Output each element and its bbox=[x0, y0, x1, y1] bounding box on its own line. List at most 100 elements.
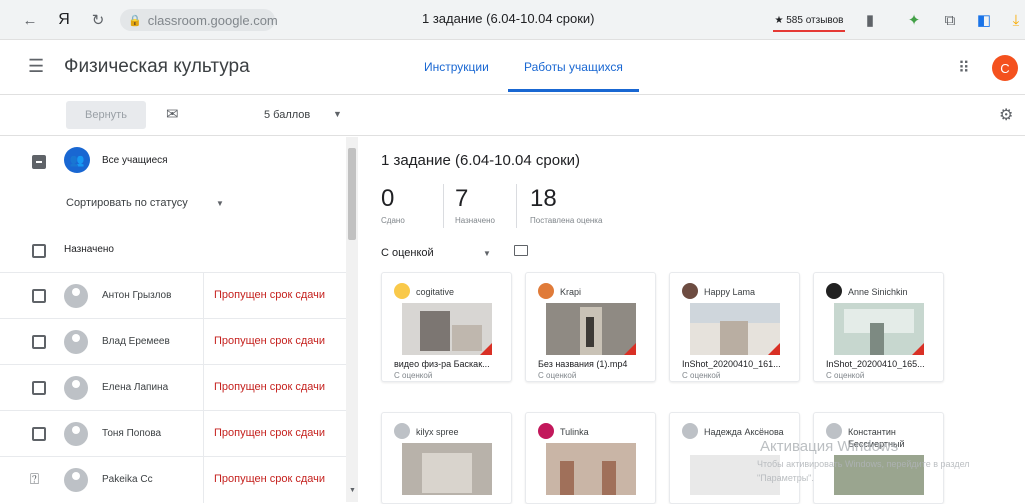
divider bbox=[443, 184, 444, 228]
table-row[interactable]: Влад Еремеев Пропущен срок сдачи bbox=[0, 318, 346, 365]
reviews-badge[interactable]: ★ 585 отзывов bbox=[773, 10, 845, 32]
card-user-name: kilyx spree bbox=[416, 427, 459, 437]
student-name: Тоня Попова bbox=[102, 428, 162, 439]
card-user-name: Anne Sinichkin bbox=[848, 287, 908, 297]
email-icon[interactable]: ✉ bbox=[166, 105, 179, 123]
card-file-name: видео физ-ра Баскак... bbox=[394, 359, 490, 369]
return-button[interactable]: Вернуть bbox=[66, 101, 146, 129]
stat-graded[interactable]: 18 Поставлена оценка bbox=[530, 185, 602, 225]
url-text: classroom.google.com bbox=[147, 12, 278, 28]
submission-card[interactable]: Anne Sinichkin InShot_20200410_165... С … bbox=[813, 272, 944, 382]
browser-toolbar: ← Я ↻ 🔒 classroom.google.com 1 задание (… bbox=[0, 0, 1025, 40]
video-thumbnail[interactable] bbox=[834, 303, 924, 355]
select-all-checkbox[interactable] bbox=[32, 155, 46, 169]
card-grade-status: С оценкой bbox=[826, 371, 865, 380]
reload-icon[interactable]: ↻ bbox=[86, 8, 110, 32]
card-user-name: Tulinka bbox=[560, 427, 589, 437]
chevron-down-icon[interactable]: ▼ bbox=[216, 199, 224, 208]
status-badge: Пропущен срок сдачи bbox=[214, 427, 326, 439]
card-file-name: Без названия (1).mp4 bbox=[538, 359, 628, 369]
submission-card[interactable]: Tulinka bbox=[525, 412, 656, 504]
tab-instructions[interactable]: Инструкции bbox=[424, 60, 489, 74]
help-icon[interactable]: ⍰ bbox=[30, 471, 39, 488]
extension-icon[interactable]: ◧ bbox=[972, 8, 996, 32]
gear-icon[interactable]: ⚙ bbox=[999, 105, 1013, 125]
points-select[interactable]: 5 баллов bbox=[264, 109, 310, 121]
tab-student-work[interactable]: Работы учащихся bbox=[508, 60, 639, 92]
card-grade-status: С оценкой bbox=[394, 371, 433, 380]
video-thumbnail[interactable] bbox=[546, 303, 636, 355]
video-thumbnail[interactable] bbox=[690, 303, 780, 355]
card-user-name: cogitative bbox=[416, 287, 455, 297]
row-checkbox[interactable] bbox=[32, 289, 46, 303]
student-name: Влад Еремеев bbox=[102, 336, 170, 347]
chevron-down-icon[interactable]: ▼ bbox=[333, 109, 342, 119]
avatar bbox=[826, 283, 842, 299]
yandex-logo-icon[interactable]: Я bbox=[52, 8, 76, 32]
table-row[interactable]: Тоня Попова Пропущен срок сдачи bbox=[0, 410, 346, 457]
account-avatar[interactable]: C bbox=[992, 55, 1018, 81]
group-icon: 👥 bbox=[64, 147, 90, 173]
downloads-icon[interactable]: ⤓ bbox=[1004, 8, 1025, 32]
status-badge: Пропущен срок сдачи bbox=[214, 473, 326, 485]
video-thumbnail[interactable] bbox=[402, 303, 492, 355]
status-badge: Пропущен срок сдачи bbox=[214, 381, 326, 393]
avatar bbox=[64, 330, 88, 354]
table-row[interactable]: ⍰ Pakeika Cc Пропущен срок сдачи bbox=[0, 456, 346, 503]
stat-value: 0 bbox=[381, 185, 395, 212]
stat-value: 18 bbox=[530, 185, 557, 212]
video-thumbnail[interactable] bbox=[402, 443, 492, 495]
all-students-label[interactable]: Все учащиеся bbox=[102, 155, 168, 166]
bookmark-icon[interactable]: ▮ bbox=[858, 8, 882, 32]
class-title[interactable]: Физическая культура bbox=[64, 56, 250, 78]
scrollbar-thumb[interactable] bbox=[348, 148, 356, 240]
avatar bbox=[538, 423, 554, 439]
divider bbox=[516, 184, 517, 228]
extension-leaf-icon[interactable]: ✦ bbox=[902, 8, 926, 32]
submission-card[interactable]: kilyx spree bbox=[381, 412, 512, 504]
sort-select[interactable]: Сортировать по статусу bbox=[66, 197, 188, 209]
row-checkbox[interactable] bbox=[32, 381, 46, 395]
stat-label: Поставлена оценка bbox=[530, 216, 603, 225]
stat-assigned[interactable]: 7 Назначено bbox=[455, 185, 495, 225]
assignment-title: 1 задание (6.04-10.04 сроки) bbox=[381, 152, 581, 169]
back-arrow-icon[interactable]: ← bbox=[18, 8, 42, 32]
windows-activation-text: Чтобы активировать Windows, перейдите в … bbox=[757, 459, 970, 484]
avatar bbox=[64, 284, 88, 308]
submission-card[interactable]: Krapi Без названия (1).mp4 С оценкой bbox=[525, 272, 656, 382]
table-row[interactable]: Антон Грызлов Пропущен срок сдачи bbox=[0, 272, 346, 319]
puzzle-icon[interactable]: ⧉ bbox=[938, 8, 962, 32]
avatar bbox=[394, 423, 410, 439]
row-checkbox[interactable] bbox=[32, 427, 46, 441]
card-user-name: Happy Lama bbox=[704, 287, 756, 297]
stat-turned-in[interactable]: 0 Сдано bbox=[381, 185, 405, 225]
card-user-name: Krapi bbox=[560, 287, 582, 297]
folder-icon[interactable] bbox=[514, 245, 528, 256]
submission-card[interactable]: Happy Lama InShot_20200410_161... С оцен… bbox=[669, 272, 800, 382]
video-thumbnail[interactable] bbox=[546, 443, 636, 495]
apps-grid-icon[interactable]: ⠿ bbox=[958, 58, 970, 78]
avatar bbox=[64, 468, 88, 492]
stat-label: Назначено bbox=[455, 216, 495, 225]
student-name: Елена Лапина bbox=[102, 382, 169, 393]
status-badge: Пропущен срок сдачи bbox=[214, 289, 326, 301]
tab-title: 1 задание (6.04-10.04 сроки) bbox=[422, 11, 595, 26]
chevron-down-icon[interactable]: ▼ bbox=[483, 249, 491, 258]
card-grade-status: С оценкой bbox=[682, 371, 721, 380]
windows-activation-title: Активация Windows bbox=[760, 438, 899, 455]
submission-card[interactable]: cogitative видео физ-ра Баскак... С оцен… bbox=[381, 272, 512, 382]
stat-value: 7 bbox=[455, 185, 469, 212]
app-header: ☰ Физическая культура Инструкции Работы … bbox=[0, 40, 1025, 95]
assigned-group-checkbox[interactable] bbox=[32, 244, 46, 258]
address-bar[interactable]: 🔒 classroom.google.com bbox=[120, 9, 278, 31]
card-file-name: InShot_20200410_161... bbox=[682, 359, 781, 369]
card-file-name: InShot_20200410_165... bbox=[826, 359, 925, 369]
avatar bbox=[538, 283, 554, 299]
scroll-down-arrow-icon[interactable]: ▼ bbox=[349, 487, 356, 494]
menu-icon[interactable]: ☰ bbox=[28, 56, 50, 78]
row-checkbox[interactable] bbox=[32, 335, 46, 349]
filter-select[interactable]: С оценкой bbox=[381, 247, 434, 259]
stat-label: Сдано bbox=[381, 216, 405, 225]
status-badge: Пропущен срок сдачи bbox=[214, 335, 326, 347]
table-row[interactable]: Елена Лапина Пропущен срок сдачи bbox=[0, 364, 346, 411]
